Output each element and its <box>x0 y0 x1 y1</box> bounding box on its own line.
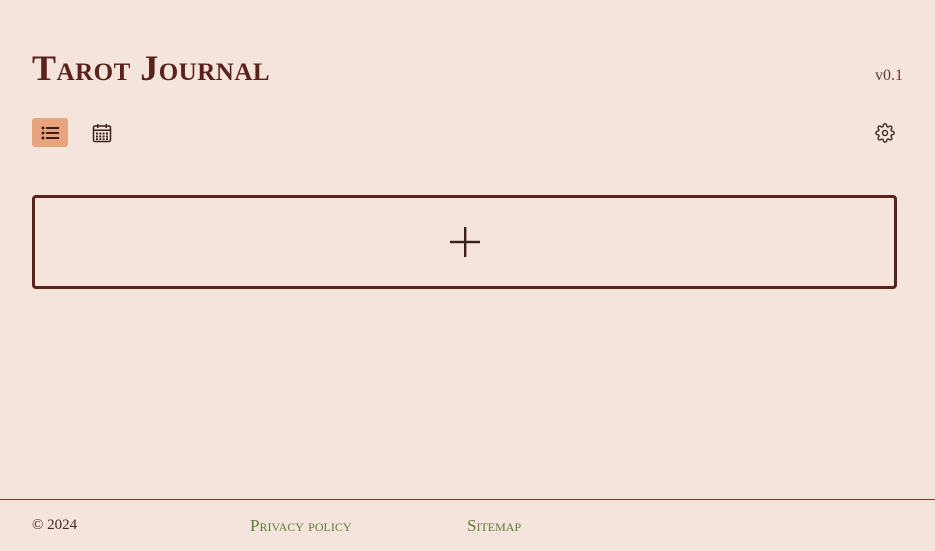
privacy-policy-link[interactable]: Privacy policy <box>250 516 352 536</box>
sitemap-link[interactable]: Sitemap <box>467 516 521 536</box>
list-view-button[interactable] <box>32 118 68 147</box>
app-title: Tarot Journal <box>32 48 271 88</box>
add-entry-button[interactable] <box>32 195 897 289</box>
footer: © 2024 Privacy policy Sitemap <box>0 499 935 551</box>
gear-icon <box>875 122 895 143</box>
calendar-view-button[interactable] <box>84 118 120 147</box>
list-icon <box>41 126 59 140</box>
copyright-text: © 2024 <box>32 517 78 533</box>
version-label: v0.1 <box>875 67 903 84</box>
settings-button[interactable] <box>867 118 903 147</box>
calendar-icon <box>92 123 112 143</box>
plus-icon <box>448 225 482 259</box>
